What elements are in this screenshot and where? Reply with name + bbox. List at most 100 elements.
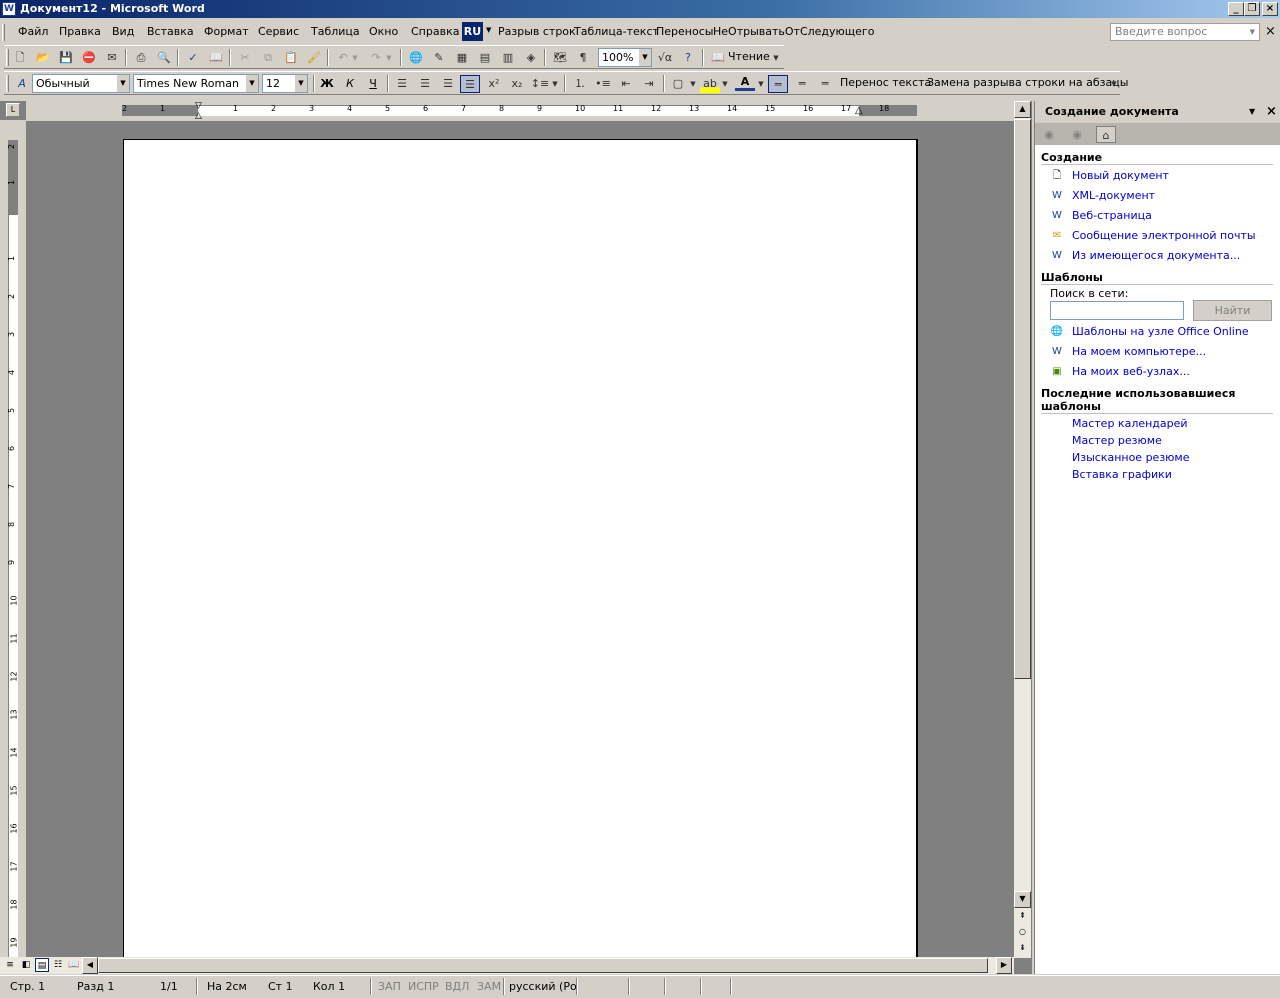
link-new-document[interactable]: Новый документ — [1072, 169, 1169, 182]
left-indent-marker[interactable]: △ — [195, 111, 202, 121]
status-overtype[interactable]: ЗАМ — [477, 980, 501, 993]
task-pane-menu-icon[interactable]: ▼ — [1249, 101, 1255, 123]
wrap-text-button[interactable]: Перенос текста — [840, 76, 931, 89]
close-document-icon[interactable]: × — [1265, 24, 1276, 39]
lang-dropdown-icon[interactable]: ▼ — [486, 26, 491, 34]
redo-icon[interactable]: ↷ — [366, 49, 386, 67]
font-color-dropdown-icon[interactable]: ▼ — [756, 75, 766, 93]
print-layout-view-icon[interactable]: ▤ — [35, 958, 49, 972]
scroll-right-button[interactable]: ▶ — [996, 957, 1012, 974]
line-spacing-icon[interactable]: ↕≡ — [530, 75, 550, 93]
align-right-icon[interactable]: ☰ — [438, 75, 458, 93]
borders-dropdown-icon[interactable]: ▼ — [688, 75, 698, 93]
menu-insert[interactable]: Вставка — [147, 25, 194, 38]
ask-question-input[interactable]: Введите вопрос ▼ — [1110, 23, 1260, 41]
font-color-icon[interactable]: A — [735, 75, 755, 91]
paste-icon[interactable]: 📋 — [281, 49, 301, 67]
menu-hyphenation[interactable]: Переносы — [656, 25, 713, 38]
scroll-up-button[interactable]: ▲ — [1014, 101, 1031, 118]
save-icon[interactable]: 💾 — [56, 49, 76, 67]
document-page[interactable] — [123, 139, 918, 958]
insert-table-icon[interactable]: ▦ — [452, 49, 472, 67]
reading-view-icon[interactable]: 📖 — [67, 958, 81, 972]
link-elegant-resume[interactable]: Изысканное резюме — [1072, 451, 1190, 464]
line-style-icon[interactable]: ═ — [792, 75, 812, 93]
horizontal-ruler[interactable]: 2 1 1 2 3 4 5 6 7 8 9 10 11 12 13 14 15 16 17 18 ▽ △ △ — [26, 101, 1014, 121]
italic-button[interactable]: К — [340, 75, 360, 93]
forward-icon[interactable]: ◉ — [1067, 126, 1087, 143]
scroll-down-button[interactable]: ▼ — [1014, 891, 1031, 908]
scroll-left-button[interactable]: ◀ — [82, 957, 98, 974]
read-icon[interactable]: 📖 — [708, 49, 728, 67]
toolbar-options-icon[interactable]: ▼ — [770, 49, 782, 67]
redo-dropdown-icon[interactable]: ▼ — [384, 49, 394, 67]
zoom-combo[interactable]: 100% ▼ — [598, 48, 652, 67]
vertical-ruler[interactable]: 2 1 1 2 3 4 5 6 7 8 9 10 11 12 13 14 15 16 17 18 19 — [0, 120, 26, 958]
template-search-input[interactable] — [1050, 301, 1184, 320]
cut-icon[interactable]: ✂ — [235, 49, 255, 67]
print-preview-icon[interactable]: 🔍 — [154, 49, 174, 67]
font-combo[interactable]: Times New Roman ▼ — [133, 74, 259, 93]
new-doc-icon[interactable]: 🗋 — [10, 49, 30, 67]
link-office-online-templates[interactable]: Шаблоны на узле Office Online — [1072, 325, 1249, 338]
toolbar-options-icon[interactable]: ▼ — [1108, 75, 1120, 93]
menu-keep-with-next[interactable]: НеОтрыватьОтСледующего — [713, 25, 874, 38]
menu-edit[interactable]: Правка — [59, 25, 101, 38]
print-icon[interactable]: ⎙ — [131, 49, 151, 67]
columns-icon[interactable]: ▥ — [498, 49, 518, 67]
link-email-message[interactable]: Сообщение электронной почты — [1072, 229, 1256, 242]
status-extend[interactable]: ВДЛ — [445, 980, 469, 993]
status-track-changes[interactable]: ИСПР — [408, 980, 439, 993]
right-indent-marker[interactable]: △ — [855, 105, 863, 116]
link-web-page[interactable]: Веб-страница — [1072, 209, 1152, 222]
horizontal-scroll-thumb[interactable] — [98, 958, 988, 973]
replace-breaks-button[interactable]: Замена разрыва строки на абзацы — [927, 76, 1128, 89]
email-icon[interactable]: ✉ — [102, 49, 122, 67]
line-spacing-dropdown-icon[interactable]: ▼ — [550, 75, 560, 93]
link-from-existing[interactable]: Из имеющегося документа... — [1072, 249, 1240, 262]
justify-icon[interactable]: ☰ — [460, 75, 480, 93]
font-size-combo[interactable]: 12 ▼ — [262, 74, 308, 93]
bullets-icon[interactable]: •≡ — [593, 75, 613, 93]
align-center-icon[interactable]: ☰ — [415, 75, 435, 93]
single-line-icon[interactable]: ═ — [768, 75, 788, 93]
hyperlink-icon[interactable]: 🌐 — [406, 49, 426, 67]
style-combo[interactable]: Обычный ▼ — [32, 74, 130, 93]
permission-icon[interactable]: ⛔ — [79, 49, 99, 67]
link-on-my-computer[interactable]: На моем компьютере... — [1072, 345, 1206, 358]
borders-icon[interactable]: ▢ — [668, 75, 688, 93]
normal-view-icon[interactable]: ≡ — [3, 958, 17, 972]
document-map-icon[interactable]: 🗺 — [550, 49, 570, 67]
superscript-icon[interactable]: x² — [484, 75, 504, 93]
menu-table[interactable]: Таблица — [311, 25, 360, 38]
link-calendar-wizard[interactable]: Мастер календарей — [1072, 417, 1188, 430]
maximize-button[interactable]: ❐ — [1244, 2, 1260, 16]
increase-indent-icon[interactable]: ⇥ — [639, 75, 659, 93]
vertical-scroll-thumb[interactable] — [1014, 119, 1031, 679]
read-button[interactable]: Чтение — [728, 50, 770, 63]
link-xml-document[interactable]: XML-документ — [1072, 189, 1155, 202]
numbering-icon[interactable]: ⒈ — [570, 75, 590, 93]
menu-line-break[interactable]: Разрыв строк — [498, 25, 576, 38]
find-button[interactable]: Найти — [1193, 300, 1272, 321]
research-icon[interactable]: 📖 — [206, 49, 226, 67]
subscript-icon[interactable]: x₂ — [507, 75, 527, 93]
copy-icon[interactable]: ⧉ — [258, 49, 278, 67]
web-view-icon[interactable]: ◧ — [19, 958, 33, 972]
menu-file[interactable]: Файл — [18, 25, 48, 38]
back-icon[interactable]: ◉ — [1039, 126, 1059, 143]
double-line-icon[interactable]: ═ — [815, 75, 835, 93]
link-resume-wizard[interactable]: Мастер резюме — [1072, 434, 1162, 447]
menu-table-text[interactable]: Таблица-текст — [574, 25, 659, 38]
home-icon[interactable]: ⌂ — [1096, 126, 1116, 143]
status-record[interactable]: ЗАП — [378, 980, 401, 993]
previous-page-icon[interactable]: ⇞ — [1014, 909, 1031, 926]
drawing-icon[interactable]: ◈ — [521, 49, 541, 67]
bold-button[interactable]: Ж — [317, 75, 337, 93]
open-icon[interactable]: 📂 — [33, 49, 53, 67]
show-formatting-icon[interactable]: ¶ — [573, 49, 593, 67]
language-badge[interactable]: RU — [462, 22, 483, 41]
next-page-icon[interactable]: ⇟ — [1014, 941, 1031, 958]
tab-selector[interactable]: L — [6, 103, 20, 117]
undo-dropdown-icon[interactable]: ▼ — [350, 49, 360, 67]
